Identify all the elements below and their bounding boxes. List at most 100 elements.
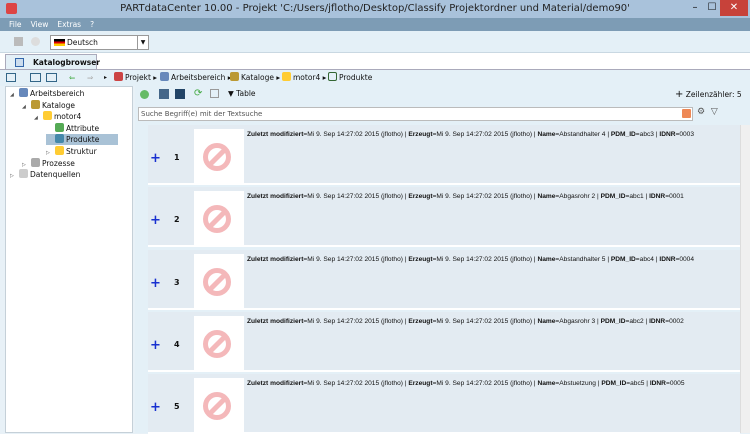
project-icon (114, 72, 123, 81)
plus-icon[interactable]: + (675, 89, 683, 100)
clear-search-icon[interactable] (682, 109, 691, 118)
expand-arrow-icon[interactable]: ◢ (34, 113, 43, 124)
breadcrumb-projekt[interactable]: Projekt ▸ (114, 70, 157, 86)
tree-item-datenquellen[interactable]: ▷ Datenquellen (10, 169, 80, 180)
row-info: Zuletzt modifiziert=Mi 9. Sep 14:27:02 2… (247, 255, 695, 263)
search-tools: ⚙ ▽ (697, 107, 737, 122)
panel-icon[interactable] (6, 73, 16, 82)
tree-node-icon (55, 146, 64, 155)
expand-row-icon[interactable]: + (150, 400, 161, 415)
arrow-right-icon[interactable]: ⇒ (87, 70, 93, 86)
expand-arrow-icon[interactable]: ▷ (10, 171, 19, 182)
tree-item-motor4[interactable]: ◢ motor4 (34, 111, 81, 122)
menu-help[interactable]: ? (90, 20, 94, 29)
tree-node-icon (31, 157, 40, 167)
no-preview-icon (203, 329, 231, 358)
search-input[interactable]: Suche Begriff(e) mit der Textsuche (138, 107, 693, 121)
tree-node-icon (31, 99, 40, 109)
tree-item-label: Struktur (66, 147, 97, 156)
add-icon[interactable] (140, 90, 149, 99)
row-info: Zuletzt modifiziert=Mi 9. Sep 14:27:02 2… (247, 380, 685, 388)
language-value: Deutsch (67, 38, 98, 47)
row-counter-text: Zeilenzähler: 5 (685, 90, 742, 99)
menu-file[interactable]: File (9, 20, 22, 29)
table-row[interactable]: +3 Zuletzt modifiziert=Mi 9. Sep 14:27:02… (148, 249, 740, 310)
tree-node-icon (55, 134, 64, 144)
tab-katalogbrowser[interactable]: Katalogbrowser (5, 54, 101, 70)
thumbnail (194, 378, 244, 433)
filter-icon[interactable]: ▽ (711, 107, 718, 117)
tree-node-icon (19, 169, 28, 179)
tree-item-produkte[interactable]: Produkte (46, 134, 118, 146)
language-select[interactable]: Deutsch ▼ (50, 35, 149, 50)
tree-item-prozesse[interactable]: ▷ Prozesse (22, 157, 75, 169)
row-info: Zuletzt modifiziert=Mi 9. Sep 14:27:02 2… (247, 193, 684, 201)
import-icon[interactable] (175, 89, 185, 99)
minimize-button[interactable]: – (688, 0, 702, 16)
tree-node-icon (43, 111, 52, 121)
table-row[interactable]: +2 Zuletzt modifiziert=Mi 9. Sep 14:27:02… (148, 187, 740, 248)
view-dropdown[interactable]: ▼ Table (228, 89, 256, 98)
expand-row-icon[interactable]: + (150, 213, 161, 228)
expand-row-icon[interactable]: + (150, 276, 161, 291)
view-label: Table (236, 89, 256, 98)
breadcrumb-kataloge[interactable]: Kataloge ▸ (230, 70, 280, 86)
tree-item-attribute[interactable]: Attribute (46, 122, 100, 134)
export-icon[interactable] (159, 89, 169, 99)
tree-item-label: Arbeitsbereich (30, 89, 85, 98)
thumbnail (194, 253, 244, 308)
tree-item-label: Datenquellen (30, 170, 81, 180)
no-preview-icon (203, 392, 231, 421)
tree-item-kataloge[interactable]: ◢ Kataloge (22, 99, 75, 113)
no-preview-icon (203, 205, 231, 234)
row-number: 4 (174, 339, 180, 349)
flag-de-icon (54, 39, 65, 46)
breadcrumb-produkte[interactable]: Produkte (328, 70, 372, 86)
row-number: 3 (174, 277, 180, 287)
no-preview-icon (203, 267, 231, 296)
gear-icon[interactable]: ⚙ (697, 107, 705, 117)
table-row[interactable]: +4 Zuletzt modifiziert=Mi 9. Sep 14:27:02… (148, 311, 740, 372)
maximize-button[interactable]: ☐ (705, 0, 719, 16)
menu-extras[interactable]: Extras (57, 20, 81, 29)
tree-item-label: motor4 (54, 112, 82, 122)
row-number: 2 (174, 215, 180, 225)
expand-arrow-icon[interactable]: ◢ (10, 90, 19, 101)
table-row[interactable]: +1 Zuletzt modifiziert=Mi 9. Sep 14:27:02… (148, 125, 740, 185)
back-icon[interactable] (14, 37, 23, 46)
tree-item-struktur[interactable]: ▷ Struktur (46, 146, 97, 157)
breadcrumb-bar: ⇐ ⇒ ▸ Projekt ▸ Arbeitsbereich ▸ Katalog… (0, 69, 750, 86)
tree-item-label: Attribute (66, 123, 100, 133)
browser-icon (15, 58, 24, 67)
results-list: +1 Zuletzt modifiziert=Mi 9. Sep 14:27:02… (148, 125, 740, 434)
close-button[interactable]: ✕ (720, 0, 748, 16)
tree-item-arbeitsbereich[interactable]: ◢ Arbeitsbereich (10, 88, 84, 99)
sync-icon[interactable]: ⟳ (194, 88, 202, 99)
row-info: Zuletzt modifiziert=Mi 9. Sep 14:27:02 2… (247, 317, 684, 325)
tab-label: Katalogbrowser (33, 58, 101, 67)
thumbnail (194, 315, 244, 370)
products-icon (328, 72, 337, 81)
expand-arrow-icon[interactable]: ◢ (22, 102, 31, 113)
split-vertical-icon[interactable] (46, 73, 57, 82)
breadcrumb-arbeitsbereich[interactable]: Arbeitsbereich ▸ (160, 70, 232, 86)
split-horizontal-icon[interactable] (30, 73, 41, 82)
chevron-right-icon: ▸ (104, 74, 108, 81)
breadcrumb-motor4[interactable]: motor4 ▸ (282, 70, 326, 86)
scrollbar[interactable] (740, 125, 750, 433)
chevron-down-icon[interactable]: ▼ (137, 36, 148, 49)
menu-bar: File View Extras? (0, 18, 750, 31)
expand-row-icon[interactable]: + (150, 151, 161, 166)
table-row[interactable]: +5 Zuletzt modifiziert=Mi 9. Sep 14:27:02… (148, 374, 740, 434)
tree-item-label: Kataloge (42, 100, 75, 110)
refresh-icon[interactable] (31, 37, 40, 46)
row-number: 5 (174, 402, 180, 412)
menu-view[interactable]: View (31, 20, 49, 29)
collapse-icon[interactable] (210, 89, 219, 98)
expand-row-icon[interactable]: + (150, 338, 161, 353)
arrow-left-icon[interactable]: ⇐ (69, 70, 75, 86)
tree-node-icon (19, 88, 28, 97)
tree-node-icon (55, 122, 64, 132)
tree-item-label: Produkte (66, 135, 100, 145)
catalog-icon (230, 72, 239, 81)
